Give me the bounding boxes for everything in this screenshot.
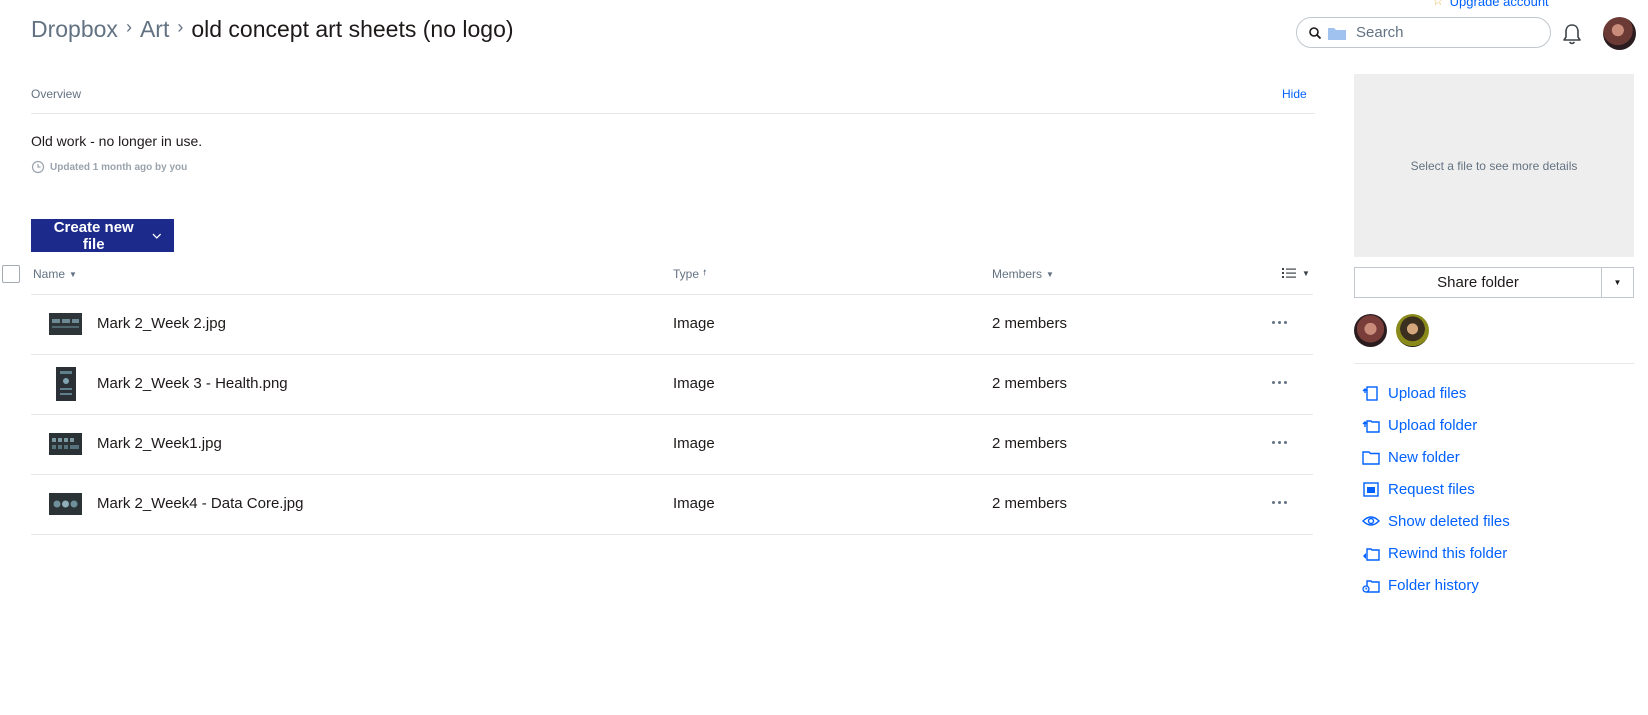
column-name-label: Name bbox=[33, 267, 66, 281]
file-name[interactable]: Mark 2_Week1.jpg bbox=[97, 435, 222, 452]
file-type: Image bbox=[673, 435, 715, 452]
rewind-folder-action[interactable]: Rewind this folder bbox=[1362, 537, 1510, 569]
breadcrumb-dropbox[interactable]: Dropbox bbox=[31, 16, 118, 43]
divider bbox=[1354, 363, 1634, 364]
table-row[interactable]: Mark 2_Week4 - Data Core.jpg Image 2 mem… bbox=[31, 475, 1313, 535]
user-avatar[interactable] bbox=[1603, 17, 1636, 50]
folder-actions: Upload files Upload folder New folder Re… bbox=[1362, 377, 1510, 601]
rewind-icon bbox=[1363, 548, 1380, 561]
image-thumbnail-icon bbox=[56, 367, 76, 401]
action-label: Show deleted files bbox=[1388, 512, 1510, 530]
request-files-action[interactable]: Request files bbox=[1362, 473, 1510, 505]
select-all-checkbox[interactable] bbox=[2, 265, 20, 283]
file-type: Image bbox=[673, 315, 715, 332]
updated-text: Updated 1 month ago by you bbox=[50, 161, 188, 173]
member-avatar[interactable] bbox=[1354, 314, 1387, 347]
updated-info: Updated 1 month ago by you bbox=[31, 160, 187, 174]
chevron-down-icon: ▼ bbox=[1302, 268, 1310, 278]
chevron-down-icon: ▼ bbox=[1613, 278, 1622, 287]
more-options-icon[interactable] bbox=[1268, 373, 1290, 391]
action-label: Upload files bbox=[1388, 384, 1467, 402]
create-new-file-button[interactable]: Create new file bbox=[31, 218, 174, 253]
file-members: 2 members bbox=[992, 495, 1068, 512]
hide-overview-link[interactable]: Hide bbox=[1282, 87, 1307, 101]
view-toggle[interactable]: ▼ bbox=[1282, 267, 1310, 279]
search-icon bbox=[1309, 26, 1322, 39]
image-thumbnail-icon bbox=[49, 493, 82, 515]
column-header-type[interactable]: Type 🠕 bbox=[673, 267, 706, 281]
table-row[interactable]: Mark 2_Week1.jpg Image 2 members bbox=[31, 415, 1313, 475]
share-folder-button[interactable]: Share folder bbox=[1354, 267, 1602, 298]
file-details-panel: Select a file to see more details bbox=[1354, 74, 1634, 257]
column-header-name[interactable]: Name ▼ bbox=[33, 267, 77, 281]
action-label: Request files bbox=[1388, 480, 1475, 498]
file-members: 2 members bbox=[992, 315, 1068, 332]
new-folder-icon bbox=[1362, 451, 1380, 465]
file-type: Image bbox=[673, 495, 715, 512]
create-new-file-label: Create new file bbox=[53, 218, 134, 253]
history-icon bbox=[1362, 580, 1380, 593]
clock-icon bbox=[31, 160, 45, 174]
star-icon: ☆ bbox=[1432, 0, 1444, 8]
list-view-icon bbox=[1282, 268, 1296, 278]
file-members: 2 members bbox=[992, 435, 1068, 452]
new-folder-action[interactable]: New folder bbox=[1362, 441, 1510, 473]
column-header-members[interactable]: Members ▼ bbox=[992, 267, 1054, 281]
action-label: Rewind this folder bbox=[1388, 544, 1508, 562]
upload-folder-icon bbox=[1362, 420, 1380, 433]
search-box[interactable] bbox=[1296, 17, 1551, 48]
chevron-right-icon: › bbox=[125, 17, 132, 37]
column-type-label: Type bbox=[673, 267, 700, 281]
file-members: 2 members bbox=[992, 375, 1068, 392]
image-thumbnail-icon bbox=[49, 433, 82, 455]
column-members-label: Members bbox=[992, 267, 1043, 281]
table-row[interactable]: Mark 2_Week 2.jpg Image 2 members bbox=[31, 295, 1313, 355]
chevron-down-icon bbox=[152, 233, 162, 239]
image-thumbnail-icon bbox=[49, 313, 82, 335]
upload-folder-action[interactable]: Upload folder bbox=[1362, 409, 1510, 441]
share-options-dropdown[interactable]: ▼ bbox=[1602, 267, 1634, 298]
file-name[interactable]: Mark 2_Week4 - Data Core.jpg bbox=[97, 495, 303, 512]
upgrade-account-label: Upgrade account bbox=[1449, 0, 1549, 9]
action-label: New folder bbox=[1388, 448, 1460, 466]
show-deleted-files-action[interactable]: Show deleted files bbox=[1362, 505, 1510, 537]
member-avatar[interactable] bbox=[1396, 314, 1429, 347]
sort-ascending-icon: 🠕 bbox=[703, 268, 707, 277]
request-files-icon bbox=[1363, 482, 1379, 497]
table-row[interactable]: Mark 2_Week 3 - Health.png Image 2 membe… bbox=[31, 355, 1313, 415]
breadcrumb: Dropbox › Art › old concept art sheets (… bbox=[31, 16, 514, 43]
upload-file-icon bbox=[1362, 386, 1378, 401]
more-options-icon[interactable] bbox=[1268, 493, 1290, 511]
file-name[interactable]: Mark 2_Week 3 - Health.png bbox=[97, 375, 288, 392]
search-input[interactable] bbox=[1354, 23, 1538, 42]
more-options-icon[interactable] bbox=[1268, 313, 1290, 331]
breadcrumb-current-folder: old concept art sheets (no logo) bbox=[191, 16, 514, 42]
sort-caret-icon: ▼ bbox=[1046, 269, 1054, 279]
file-list: Mark 2_Week 2.jpg Image 2 members Mark 2… bbox=[31, 295, 1313, 535]
bell-icon[interactable] bbox=[1561, 22, 1583, 46]
folder-icon bbox=[1328, 27, 1346, 40]
divider bbox=[31, 113, 1315, 114]
chevron-right-icon: › bbox=[177, 17, 184, 37]
folder-history-action[interactable]: Folder history bbox=[1362, 569, 1510, 601]
file-name[interactable]: Mark 2_Week 2.jpg bbox=[97, 315, 226, 332]
more-options-icon[interactable] bbox=[1268, 433, 1290, 451]
breadcrumb-art[interactable]: Art bbox=[140, 16, 169, 43]
action-label: Upload folder bbox=[1388, 416, 1478, 434]
action-label: Folder history bbox=[1388, 576, 1479, 594]
upload-files-action[interactable]: Upload files bbox=[1362, 377, 1510, 409]
folder-description: Old work - no longer in use. bbox=[31, 133, 203, 149]
sort-caret-icon: ▼ bbox=[69, 269, 77, 279]
upgrade-account-link[interactable]: ☆ Upgrade account bbox=[1432, 0, 1549, 9]
overview-label: Overview bbox=[31, 87, 82, 101]
eye-icon bbox=[1362, 516, 1380, 526]
details-placeholder: Select a file to see more details bbox=[1410, 158, 1578, 173]
file-type: Image bbox=[673, 375, 715, 392]
